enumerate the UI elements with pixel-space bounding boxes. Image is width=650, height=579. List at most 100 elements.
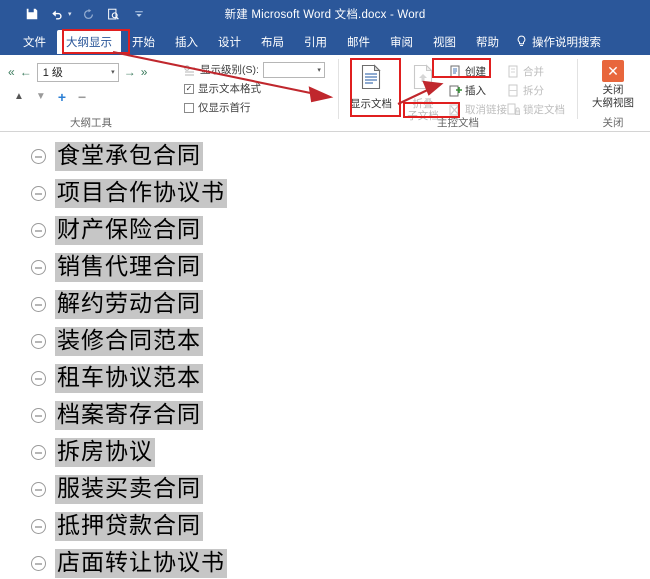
redo-icon: [81, 6, 97, 22]
outline-item-text: 店面转让协议书: [55, 548, 227, 579]
outline-item-text: 销售代理合同: [55, 252, 203, 283]
outline-row[interactable]: 销售代理合同: [0, 249, 650, 286]
outline-row[interactable]: 食堂承包合同: [0, 138, 650, 175]
demote-icon[interactable]: →: [124, 66, 136, 78]
merge-icon: [507, 65, 520, 78]
outline-item-text: 项目合作协议书: [55, 178, 227, 209]
group-label-master-document: 主控文档: [437, 117, 479, 129]
insert-label: 插入: [465, 85, 486, 97]
tab-home[interactable]: 开始: [123, 30, 164, 54]
create-label: 创建: [465, 66, 486, 78]
tab-mailings[interactable]: 邮件: [338, 30, 379, 54]
outline-row[interactable]: 财产保险合同: [0, 212, 650, 249]
split-label: 拆分: [523, 85, 544, 97]
outline-collapse-marker-icon[interactable]: [31, 408, 46, 423]
tab-design[interactable]: 设计: [209, 30, 250, 54]
outline-collapse-marker-icon[interactable]: [31, 223, 46, 238]
outline-collapse-marker-icon[interactable]: [31, 556, 46, 571]
outline-row[interactable]: 店面转让协议书: [0, 545, 650, 579]
show-first-line-only-label: 仅显示首行: [198, 102, 251, 114]
outline-row[interactable]: 抵押贷款合同: [0, 508, 650, 545]
close-outline-view-label-line2: 大纲视图: [592, 96, 634, 109]
split-icon: [507, 84, 520, 97]
move-down-icon[interactable]: ▼: [36, 91, 46, 102]
outline-collapse-marker-icon[interactable]: [31, 519, 46, 534]
outline-row[interactable]: 装修合同范本: [0, 323, 650, 360]
create-button[interactable]: 创建: [449, 62, 507, 81]
outline-display-options: 显示级别(S): ▾ ✓ 显示文本格式 仅显示首行: [182, 55, 338, 132]
outline-level-value: 1 级: [42, 67, 63, 79]
outline-item-text: 抵押贷款合同: [55, 511, 203, 542]
ribbon-group-outline-tools: « ← 1 级 ▾ → » ▲ ▼ + − 大纲工具: [0, 55, 182, 132]
outline-row[interactable]: 项目合作协议书: [0, 175, 650, 212]
outline-item-text: 拆房协议: [55, 437, 155, 468]
outline-row[interactable]: 解约劳动合同: [0, 286, 650, 323]
document-outline-area[interactable]: 食堂承包合同 项目合作协议书 财产保险合同 销售代理合同 解约劳动合同 装修合同…: [0, 132, 650, 579]
outline-item-text: 档案寄存合同: [55, 400, 203, 431]
promote-icon[interactable]: ←: [20, 66, 32, 78]
show-level-icon: [184, 64, 196, 76]
outline-item-text: 装修合同范本: [55, 326, 203, 357]
tab-layout[interactable]: 布局: [252, 30, 293, 54]
show-text-formatting-checkbox[interactable]: ✓: [184, 83, 194, 94]
close-outline-view-button[interactable]: 关闭 大纲视图: [592, 84, 634, 109]
save-icon[interactable]: [24, 6, 40, 22]
close-outline-view-label-line1: 关闭: [602, 84, 624, 96]
tab-view[interactable]: 视图: [424, 30, 465, 54]
tab-insert[interactable]: 插入: [166, 30, 207, 54]
collapse-subdocuments-icon: [410, 63, 436, 96]
promote-to-heading1-icon[interactable]: «: [8, 66, 15, 78]
tab-references[interactable]: 引用: [295, 30, 336, 54]
show-document-label: 显示文档: [350, 98, 392, 110]
outline-collapse-marker-icon[interactable]: [31, 371, 46, 386]
merge-button: 合并: [507, 62, 565, 81]
outline-level-dropdown[interactable]: 1 级 ▾: [36, 62, 119, 82]
outline-collapse-marker-icon[interactable]: [31, 297, 46, 312]
tab-file[interactable]: 文件: [14, 30, 55, 54]
outline-collapse-marker-icon[interactable]: [31, 445, 46, 460]
word-window: ▾ 新建 Microsoft Word 文档.docx - Word 文件 大纲…: [0, 0, 650, 579]
outline-item-text: 解约劳动合同: [55, 289, 203, 320]
tab-review[interactable]: 审阅: [381, 30, 422, 54]
insert-icon: [449, 84, 462, 97]
tab-outline[interactable]: 大纲显示: [57, 29, 121, 54]
outline-row[interactable]: 租车协议范本: [0, 360, 650, 397]
split-button: 拆分: [507, 81, 565, 100]
tell-me-label: 操作说明搜索: [532, 36, 601, 49]
tell-me-search[interactable]: 操作说明搜索: [516, 34, 601, 50]
insert-button[interactable]: 插入: [449, 81, 507, 100]
ribbon-group-close: ✕ 关闭 大纲视图 关闭: [578, 55, 648, 132]
tab-help[interactable]: 帮助: [467, 30, 508, 54]
outline-collapse-marker-icon[interactable]: [31, 334, 46, 349]
print-preview-icon[interactable]: [106, 6, 122, 22]
outline-row[interactable]: 档案寄存合同: [0, 397, 650, 434]
title-bar: ▾ 新建 Microsoft Word 文档.docx - Word: [0, 0, 650, 28]
outline-item-text: 租车协议范本: [55, 363, 203, 394]
undo-dropdown-icon[interactable]: ▾: [68, 10, 72, 18]
customize-quick-access-icon[interactable]: [131, 6, 147, 22]
show-level-dropdown[interactable]: ▾: [262, 61, 325, 78]
outline-row[interactable]: 拆房协议: [0, 434, 650, 471]
move-up-icon[interactable]: ▲: [14, 91, 24, 102]
create-icon: [449, 65, 462, 78]
group-label-close: 关闭: [602, 117, 624, 129]
collapse-subdocuments-label-line1: 折叠: [412, 98, 434, 110]
undo-icon[interactable]: [49, 6, 65, 22]
close-outline-view-icon[interactable]: ✕: [602, 60, 624, 82]
outline-collapse-marker-icon[interactable]: [31, 260, 46, 275]
outline-collapse-marker-icon[interactable]: [31, 186, 46, 201]
outline-row[interactable]: 服装买卖合同: [0, 471, 650, 508]
ribbon-tab-bar: 文件 大纲显示 开始 插入 设计 布局 引用 邮件 审阅 视图 帮助 操作说明搜…: [0, 28, 650, 55]
ribbon: « ← 1 级 ▾ → » ▲ ▼ + − 大纲工具 显示级别(S): ▾ ✓ …: [0, 55, 650, 132]
expand-icon[interactable]: +: [58, 90, 66, 104]
demote-to-body-icon[interactable]: »: [141, 66, 148, 78]
show-first-line-only-checkbox[interactable]: [184, 102, 194, 113]
outline-collapse-marker-icon[interactable]: [31, 149, 46, 164]
outline-item-text: 食堂承包合同: [55, 141, 203, 172]
lightbulb-icon: [516, 35, 527, 48]
outline-collapse-marker-icon[interactable]: [31, 482, 46, 497]
show-text-formatting-label: 显示文本格式: [198, 83, 261, 95]
group-label-outline-tools: 大纲工具: [70, 117, 112, 129]
collapse-icon[interactable]: −: [78, 90, 86, 104]
chevron-down-icon: ▾: [111, 69, 115, 76]
